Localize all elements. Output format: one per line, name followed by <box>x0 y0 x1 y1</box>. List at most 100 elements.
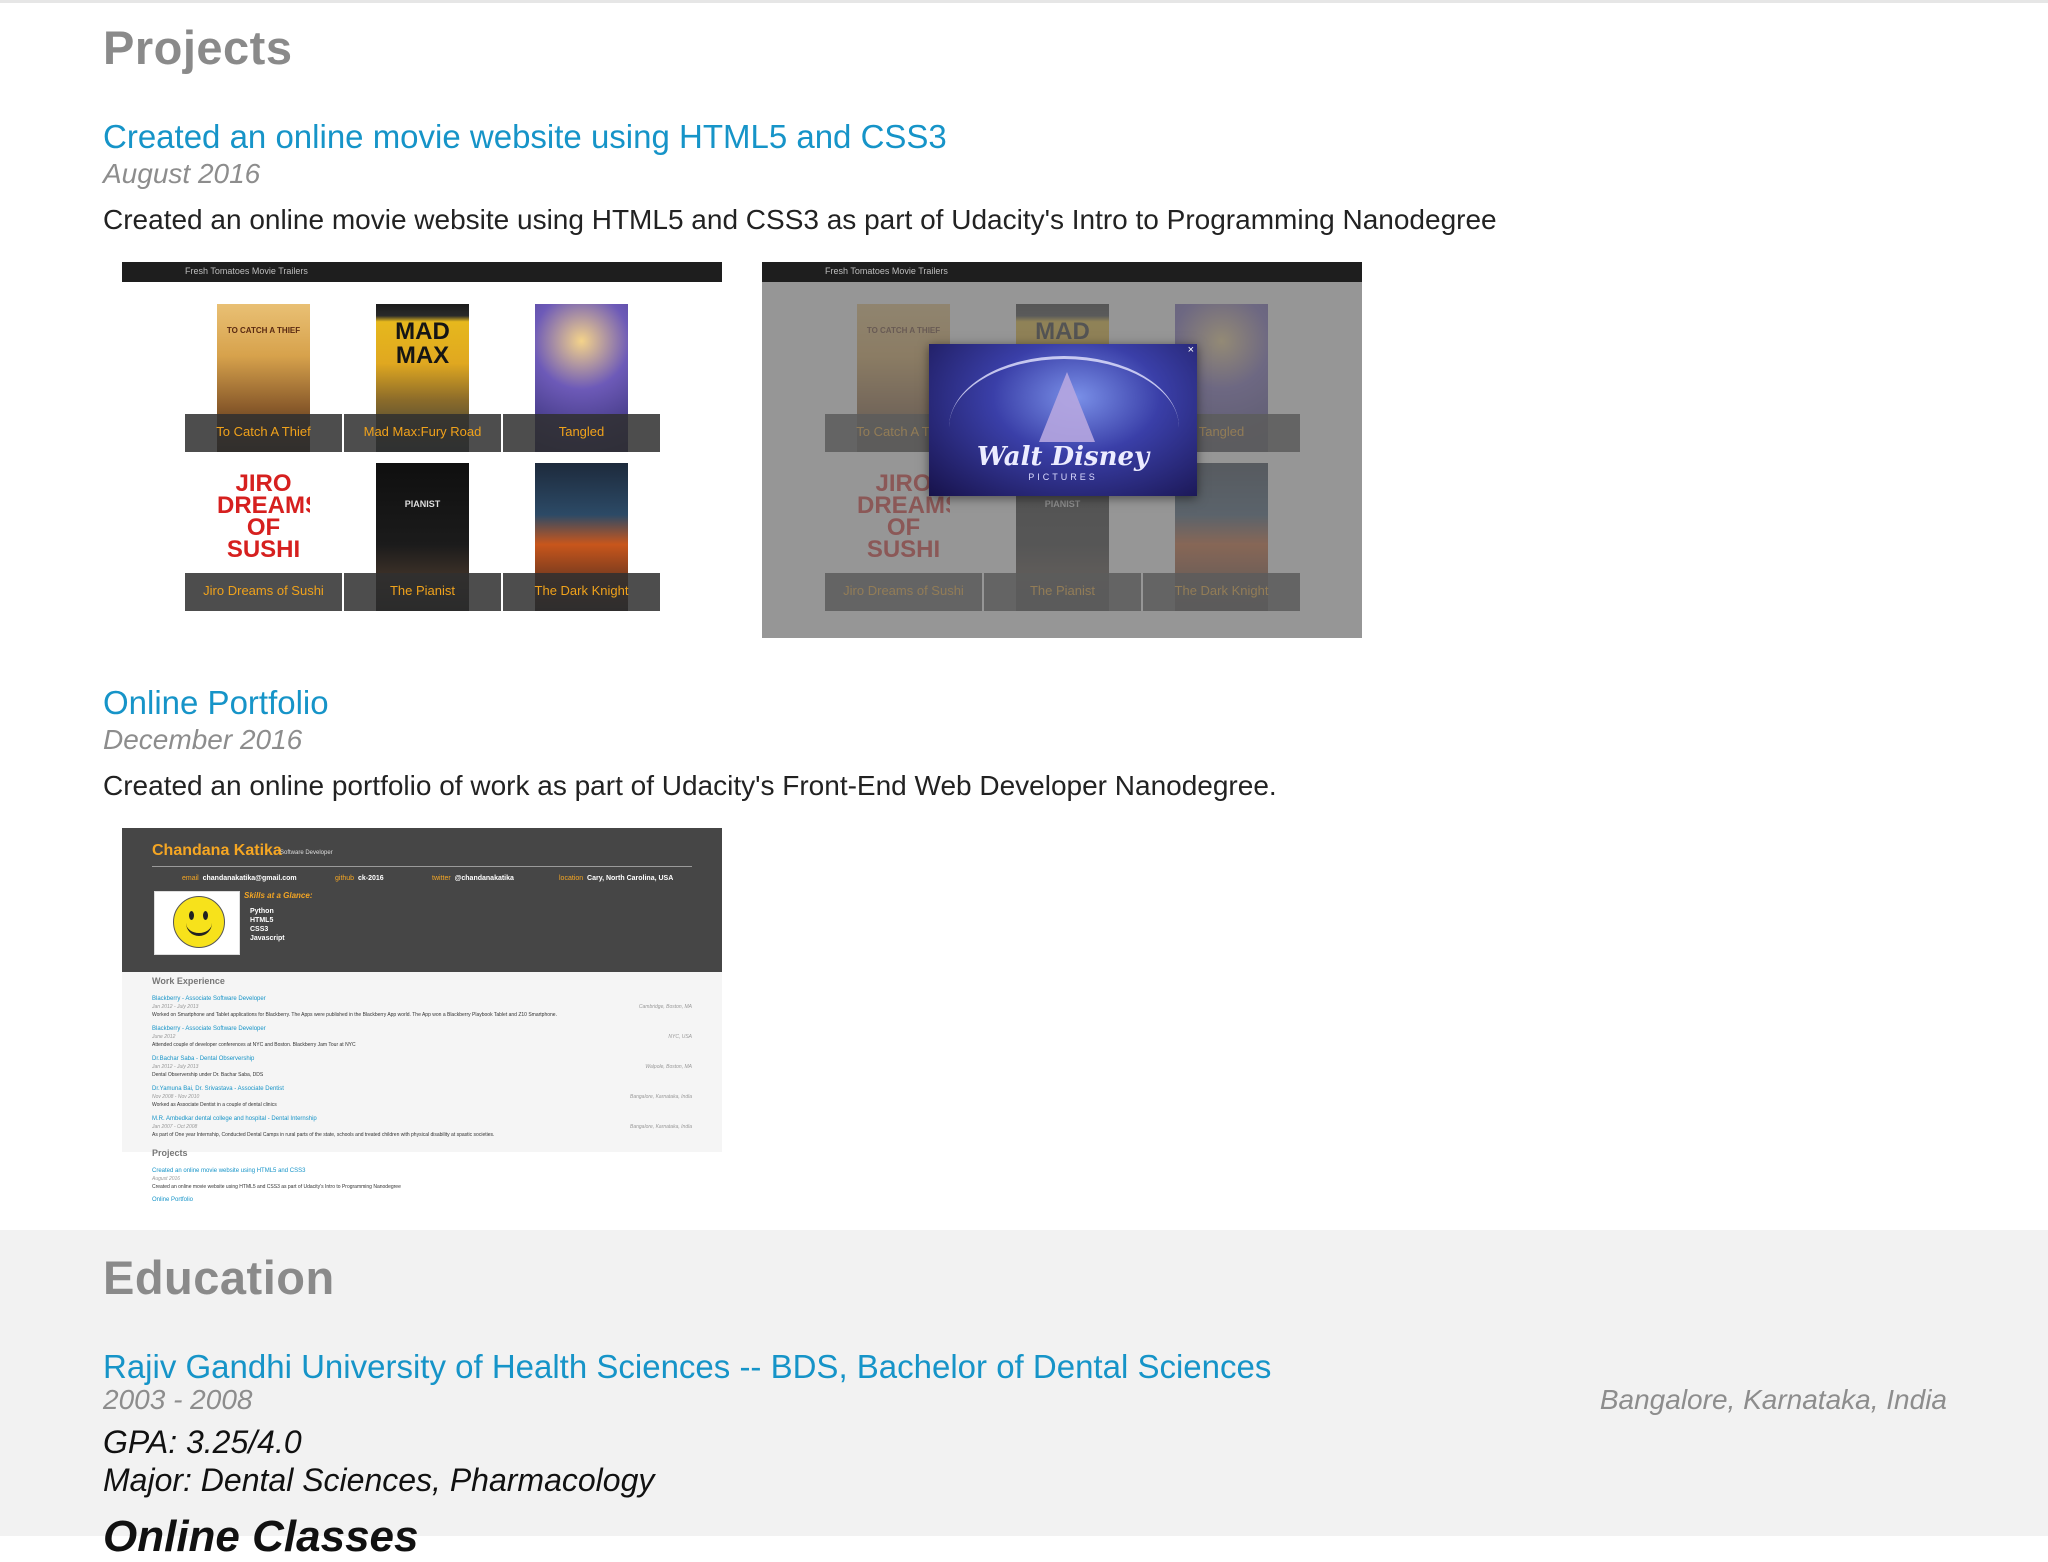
movie-site-header-bar: Fresh Tomatoes Movie Trailers <box>762 262 1362 282</box>
projects-heading: Projects <box>103 21 293 74</box>
job-title-link[interactable]: Blackberry - Associate Software Develope… <box>152 1026 266 1032</box>
contact-value: Cary, North Carolina, USA <box>587 875 674 882</box>
movie-caption: The Pianist <box>344 573 501 611</box>
project-date: August 2016 <box>103 158 261 189</box>
smiley-icon <box>173 896 225 948</box>
education-heading: Education <box>103 1251 335 1304</box>
job-location: Bangalore, Karnataka, India <box>630 1094 692 1100</box>
movie-caption: Tangled <box>503 414 660 452</box>
movie-title: Mad Max:Fury Road <box>363 424 482 439</box>
job-description: Dental Observership under Dr. Bachar Sab… <box>152 1072 264 1078</box>
castle-icon <box>1039 372 1095 442</box>
portfolio-screenshot[interactable]: Chandana Katika Software Developer email… <box>122 828 722 1203</box>
contact-github: github ck-2016 <box>335 875 384 882</box>
job-dates: June 2012 <box>152 1034 176 1040</box>
project-description: Created an online movie website using HT… <box>103 204 1497 235</box>
contact-key: github <box>335 875 355 882</box>
movie-title: The Pianist <box>389 583 456 598</box>
portfolio-header: Chandana Katika Software Developer email… <box>122 828 722 972</box>
contact-key: twitter <box>432 875 451 882</box>
movie-site-header-bar: Fresh Tomatoes Movie Trailers <box>122 262 722 282</box>
portfolio-project-desc: Created an online movie website using HT… <box>152 1184 401 1190</box>
movie-tile[interactable]: JIRO DREAMS OF SUSHI Jiro Dreams of Sush… <box>185 463 342 611</box>
job-location: Cambridge, Boston, MA <box>638 1004 692 1010</box>
movie-title: Tangled <box>558 424 605 439</box>
job-dates: Jan 2012 - July 2013 <box>152 1004 199 1010</box>
portfolio-name: Chandana Katika <box>152 842 282 859</box>
movie-caption: The Dark Knight <box>503 573 660 611</box>
movie-title: Jiro Dreams of Sushi <box>203 583 324 598</box>
disney-logo-text: Walt Disney <box>976 442 1150 472</box>
poster-title: MAD MAX <box>395 318 450 369</box>
job-title-link[interactable]: Dr.Yamuna Bai, Dr. Srivastava - Associat… <box>152 1086 284 1092</box>
skills-heading: Skills at a Glance: <box>244 891 313 900</box>
portfolio-projects-heading: Projects <box>152 1148 188 1158</box>
portfolio-project-link[interactable]: Created an online movie website using HT… <box>152 1168 305 1174</box>
skill-item: HTML5 <box>250 917 274 924</box>
job-description: Attended couple of developer conferences… <box>152 1042 356 1048</box>
divider <box>152 866 692 867</box>
project-link-online-portfolio[interactable]: Online Portfolio <box>103 684 329 722</box>
movie-caption: To Catch A Thief <box>185 414 342 452</box>
job-title-link[interactable]: M.R. Ambedkar dental college and hospita… <box>152 1116 317 1122</box>
movie-tile[interactable]: The Dark Knight <box>503 463 660 611</box>
movie-title: To Catch A Thief <box>216 424 311 439</box>
project-link-movie-website[interactable]: Created an online movie website using HT… <box>103 118 947 156</box>
movie-caption: Jiro Dreams of Sushi <box>185 573 342 611</box>
job-description: Worked on Smartphone and Tablet applicat… <box>152 1012 557 1018</box>
education-gpa: GPA: 3.25/4.0 <box>103 1424 302 1460</box>
movie-tile[interactable]: PIANIST The Pianist <box>344 463 501 611</box>
contact-key: location <box>559 875 584 882</box>
movie-caption: Mad Max:Fury Road <box>344 414 501 452</box>
skill-item: Javascript <box>250 935 285 942</box>
job-description: As part of One year Internship, Conducte… <box>152 1132 495 1138</box>
project-date: December 2016 <box>103 724 303 755</box>
job-description: Worked as Associate Dentist in a couple … <box>152 1102 277 1108</box>
smiley-mouth <box>186 917 212 936</box>
poster-title: PIANIST <box>404 499 441 509</box>
top-divider <box>0 0 2048 3</box>
movie-site-header-text: Fresh Tomatoes Movie Trailers <box>185 266 308 276</box>
contact-value: @chandanakatika <box>454 875 514 882</box>
movie-tile[interactable]: Tangled <box>503 304 660 452</box>
portfolio-next-link[interactable]: Online Portfolio <box>152 1197 193 1203</box>
skill-item: Python <box>250 908 274 915</box>
contact-key: email <box>182 875 199 882</box>
movie-site-header-text: Fresh Tomatoes Movie Trailers <box>825 266 948 276</box>
contact-value: ck-2016 <box>357 875 384 882</box>
trailer-modal[interactable]: Walt Disney PICTURES × <box>929 344 1197 496</box>
job-dates: Jan 2012 - July 2013 <box>152 1064 199 1070</box>
work-heading: Work Experience <box>152 976 225 986</box>
movie-title: The Dark Knight <box>534 583 629 598</box>
portfolio-role: Software Developer <box>280 850 333 856</box>
contact-location: location Cary, North Carolina, USA <box>559 875 673 882</box>
job-dates: Jan 2007 - Oct 2008 <box>152 1124 198 1130</box>
contact-email: email chandanakatika@gmail.com <box>182 875 297 882</box>
job-location: Walpole, Boston, MA <box>645 1064 692 1070</box>
school-link[interactable]: Rajiv Gandhi University of Health Scienc… <box>103 1348 1271 1386</box>
education-major: Major: Dental Sciences, Pharmacology <box>103 1462 655 1498</box>
disney-logo-subtext: PICTURES <box>1028 472 1098 482</box>
job-dates: Nov 2008 - Nov 2010 <box>152 1094 200 1100</box>
poster-title: JIRO DREAMS OF SUSHI <box>217 470 310 563</box>
portfolio-body: Work Experience Blackberry - Associate S… <box>122 972 722 1152</box>
avatar <box>154 891 240 955</box>
movie-site-trailer-screenshot[interactable]: Fresh Tomatoes Movie Trailers TO CATCH A… <box>762 262 1362 638</box>
education-dates: 2003 - 2008 <box>103 1384 253 1415</box>
contact-twitter: twitter @chandanakatika <box>432 875 514 882</box>
job-title-link[interactable]: Blackberry - Associate Software Develope… <box>152 996 266 1002</box>
education-location: Bangalore, Karnataka, India <box>1599 1384 1947 1415</box>
portfolio-project-date: August 2016 <box>152 1176 181 1182</box>
online-classes-heading: Online Classes <box>103 1512 419 1561</box>
skill-item: CSS3 <box>250 926 269 933</box>
movie-site-screenshot[interactable]: Fresh Tomatoes Movie Trailers TO CATCH A… <box>122 262 722 638</box>
project-description: Created an online portfolio of work as p… <box>103 770 1277 801</box>
job-location: Bangalore, Karnataka, India <box>630 1124 692 1130</box>
movie-tile[interactable]: MAD MAX Mad Max:Fury Road <box>344 304 501 452</box>
job-location: NYC, USA <box>668 1034 692 1040</box>
poster-title: TO CATCH A THIEF <box>226 326 301 335</box>
contact-value: chandanakatika@gmail.com <box>202 875 297 882</box>
movie-tile[interactable]: TO CATCH A THIEF To Catch A Thief <box>185 304 342 452</box>
close-icon[interactable]: × <box>1188 344 1194 356</box>
job-title-link[interactable]: Dr.Bachar Saba - Dental Observership <box>152 1056 254 1062</box>
